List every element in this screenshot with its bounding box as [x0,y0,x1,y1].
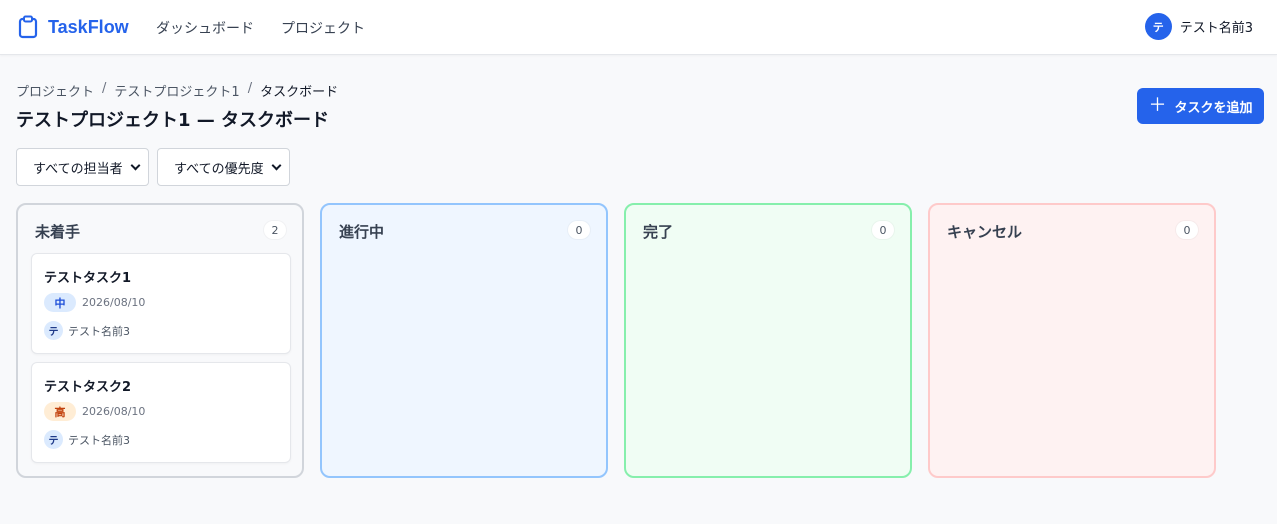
breadcrumb: プロジェクト / テストプロジェクト1 / タスクボード [16,81,338,100]
top-navbar: TaskFlow ダッシュボード プロジェクト テ テスト名前3 [0,0,1277,55]
task-title: テストタスク1 [44,271,132,286]
column-count-badge: 2 [264,221,286,239]
app-name: TaskFlow [48,16,129,37]
task-title: テストタスク2 [44,380,132,395]
priority-badge: 中 [44,293,76,312]
breadcrumb-separator: / [102,81,107,96]
column-count-badge: 0 [568,221,590,239]
assignee-filter-select[interactable]: すべての担当者 [16,148,149,186]
page-title: テストプロジェクト1 — タスクボード [16,110,330,131]
user-name: テスト名前3 [1179,21,1253,36]
column-title: キャンセル [947,223,1023,241]
column-done[interactable]: 完了 0 [624,203,912,478]
assignee-filter-value: すべての担当者 [33,161,123,177]
main-nav: ダッシュボード プロジェクト [156,18,365,38]
column-in-progress[interactable]: 進行中 0 [320,203,608,478]
breadcrumb-project[interactable]: テストプロジェクト1 [114,81,239,100]
breadcrumb-current: タスクボード [260,85,339,100]
due-date: 2026/08/10 [82,405,146,418]
breadcrumb-separator: / [247,81,253,96]
column-count-badge: 0 [872,221,894,239]
task-card[interactable]: テストタスク2 高 2026/08/10 テ テスト名前3 [31,362,291,463]
nav-projects[interactable]: プロジェクト [281,18,365,38]
assignee-name: テスト名前3 [68,433,130,447]
avatar: テ [44,321,63,340]
task-assignee: テ テスト名前3 [44,321,130,340]
chevron-down-icon [130,160,141,171]
assignee-name: テスト名前3 [68,324,130,338]
chevron-down-icon [271,160,282,171]
priority-filter-select[interactable]: すべての優先度 [157,148,290,186]
nav-dashboard[interactable]: ダッシュボード [156,18,254,38]
clipboard-icon [18,15,38,39]
user-avatar: テ [1144,13,1172,40]
add-task-label: タスクを追加 [1174,100,1253,116]
app-logo[interactable]: TaskFlow [18,15,129,39]
column-title: 完了 [643,223,674,241]
avatar: テ [44,430,63,449]
task-card[interactable]: テストタスク1 中 2026/08/10 テ テスト名前3 [31,253,291,354]
due-date: 2026/08/10 [82,296,146,309]
add-task-button[interactable]: ＋ タスクを追加 [1137,88,1264,124]
breadcrumb-projects[interactable]: プロジェクト [16,81,94,100]
column-title: 進行中 [339,223,385,241]
task-assignee: テ テスト名前3 [44,430,130,449]
column-cancelled[interactable]: キャンセル 0 [928,203,1216,478]
plus-icon: ＋ [1148,95,1167,116]
priority-badge: 高 [44,402,76,421]
column-title: 未着手 [35,223,81,241]
column-count-badge: 0 [1176,221,1198,239]
user-menu[interactable]: テ テスト名前3 [1144,13,1253,40]
column-todo[interactable]: 未着手 2 テストタスク1 中 2026/08/10 テ テスト名前3 テストタ… [16,203,304,478]
priority-filter-value: すべての優先度 [174,161,264,177]
